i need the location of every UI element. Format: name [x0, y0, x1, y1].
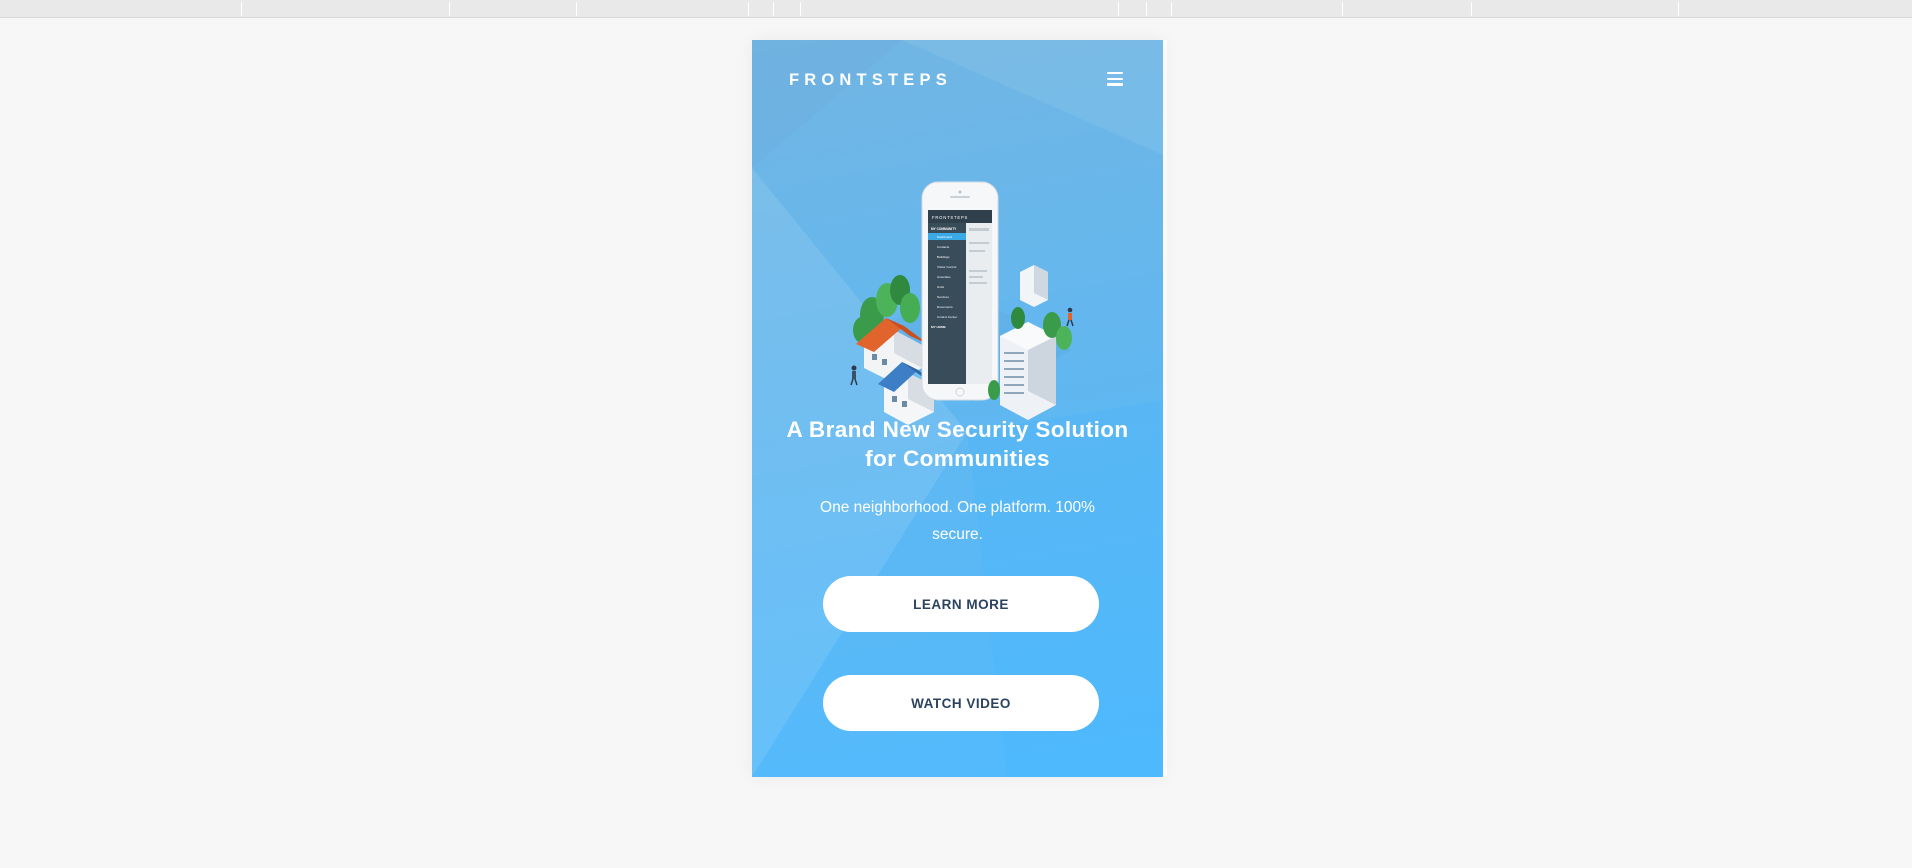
hamburger-menu-icon[interactable]: [1107, 72, 1123, 86]
ruler-tick: [1146, 2, 1147, 16]
ruler-tick: [1342, 2, 1343, 16]
menu-line: [1107, 72, 1123, 75]
menu-line: [1107, 83, 1123, 86]
office-building: [1000, 322, 1056, 420]
learn-more-button[interactable]: LEARN MORE: [823, 576, 1099, 632]
viewport-edge: [1163, 40, 1167, 777]
phone-nav-item: Services: [937, 295, 949, 299]
ruler-tick: [1678, 2, 1679, 16]
ruler-tick: [773, 2, 774, 16]
ruler-tick: [241, 2, 242, 16]
jogger-figure: [1066, 307, 1074, 327]
watch-video-button[interactable]: WATCH VIDEO: [823, 675, 1099, 731]
phone-nav-item: Amenities: [937, 275, 951, 279]
phone-app-logo: FRONTSTEPS: [932, 215, 968, 220]
ruler-tick: [748, 2, 749, 16]
phone-nav-item: Control Center: [937, 315, 957, 319]
phone-nav-item: Documents: [937, 305, 953, 309]
person-figure: [850, 365, 858, 386]
neighborhood-illustration: FRONTSTEPS MY COMMUNITY Dashboard Contac…: [850, 181, 1074, 425]
phone-nav-item: Units: [937, 285, 945, 289]
ruler-tick: [800, 2, 801, 16]
phone-nav-item: Visitor Control: [937, 265, 957, 269]
hero-subheadline: One neighborhood. One platform. 100% sec…: [820, 499, 1095, 543]
site-header: FRONTSTEPS: [752, 40, 1163, 120]
frontsteps-logo[interactable]: FRONTSTEPS: [789, 71, 952, 90]
phone-nav-item: Dashboard: [937, 235, 952, 239]
small-building: [1020, 265, 1048, 307]
phone-nav-item: Contacts: [937, 245, 950, 249]
browser-ruler-bar: [0, 0, 1912, 18]
phone-section-heading: MY HOME: [931, 325, 946, 329]
ruler-tick: [1471, 2, 1472, 16]
ruler-tick: [1118, 2, 1119, 16]
ruler-tick: [1171, 2, 1172, 16]
hero-headline: A Brand New Security Solution for Commun…: [786, 417, 1129, 471]
mobile-viewport: FRONTSTEPS FRONTSTEPS MY COMMUNITY Dashb…: [752, 40, 1163, 777]
phone-nav-heading: MY COMMUNITY: [931, 227, 957, 231]
menu-line: [1107, 77, 1123, 80]
ruler-tick: [449, 2, 450, 16]
phone-nav-item: Buildings: [937, 255, 950, 259]
ruler-tick: [576, 2, 577, 16]
